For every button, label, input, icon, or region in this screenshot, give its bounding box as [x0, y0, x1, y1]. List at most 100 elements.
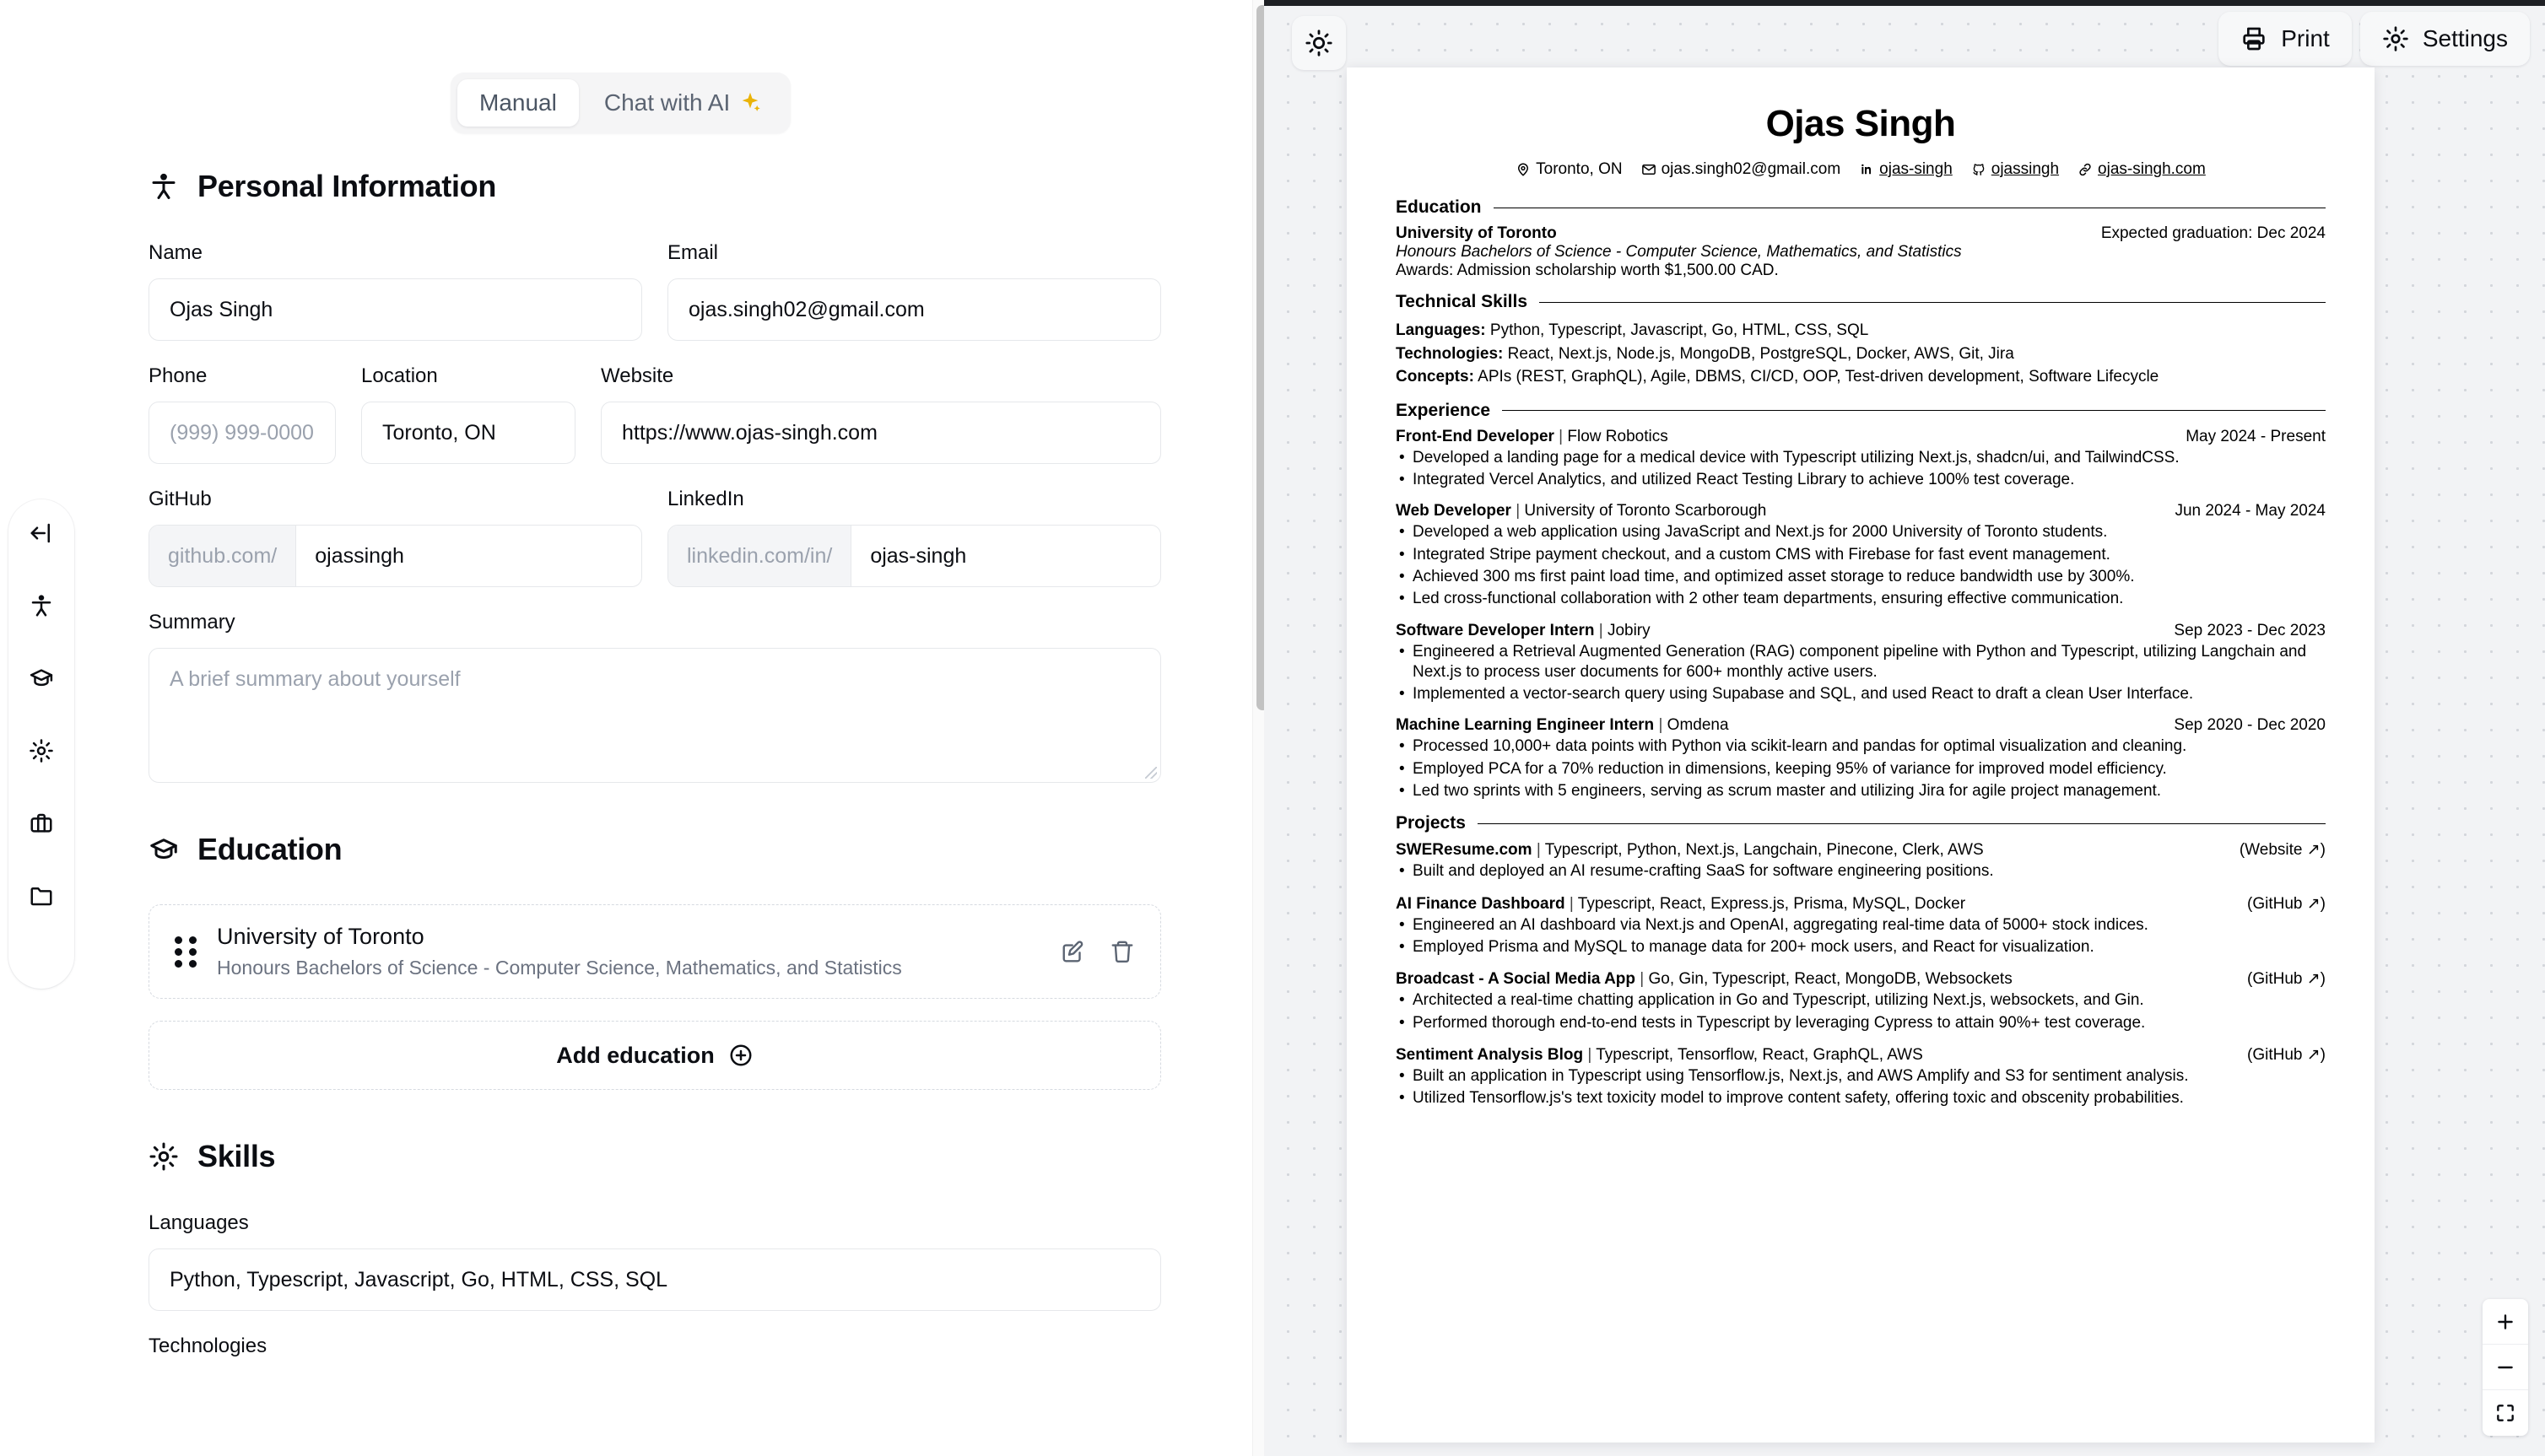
resume-project-link[interactable]: (Website ↗)	[2240, 840, 2326, 860]
sidebar-item-skills[interactable]	[19, 729, 63, 773]
resume-experience-company: Omdena	[1667, 716, 1729, 735]
resume-experience-entry: Machine Learning Engineer Intern | Omden…	[1396, 716, 2326, 801]
plus-icon	[2498, 1313, 2513, 1329]
bullet: Employed PCA for a 70% reduction in dime…	[1396, 759, 2326, 780]
resume-experience-role: Web Developer	[1396, 502, 1511, 520]
location-input[interactable]: Toronto, ON	[361, 402, 575, 464]
window-top-strip	[1264, 0, 2545, 6]
zoom-out-button[interactable]	[2483, 1345, 2528, 1390]
settings-label: Settings	[2422, 25, 2508, 51]
name-input[interactable]: Ojas Singh	[149, 278, 642, 341]
bullet: Performed thorough end-to-end tests in T…	[1396, 1013, 2326, 1034]
resume-project-link[interactable]: (GitHub ↗)	[2247, 969, 2326, 989]
resume-skill-value: APIs (REST, GraphQL), Agile, DBMS, CI/CD…	[1478, 368, 2159, 386]
website-input[interactable]: https://www.ojas-singh.com	[601, 402, 1161, 464]
trash-icon[interactable]	[1110, 939, 1135, 964]
resume-section-experience-label: Experience	[1396, 400, 1491, 420]
resume-project-stack: Go, Gin, Typescript, React, MongoDB, Web…	[1648, 970, 2013, 989]
education-entry-actions	[1044, 939, 1135, 964]
bullet: Employed Prisma and MySQL to manage data…	[1396, 937, 2326, 958]
settings-button[interactable]: Settings	[2359, 12, 2530, 66]
resume-experience-role: Machine Learning Engineer Intern	[1396, 716, 1655, 735]
resume-education-school: University of Toronto	[1396, 224, 1557, 242]
resume-experience-bullets: Developed a web application using JavaSc…	[1396, 522, 2326, 610]
languages-input[interactable]: Python, Typescript, Javascript, Go, HTML…	[149, 1248, 1161, 1311]
icon-rail	[8, 499, 74, 989]
resume-project-entry: AI Finance Dashboard | Typescript, React…	[1396, 894, 2326, 958]
resume-project-link[interactable]: (GitHub ↗)	[2247, 894, 2326, 914]
editor-scrollbar[interactable]	[1252, 0, 1264, 1456]
resume-experience-company: Flow Robotics	[1567, 427, 1668, 445]
field-email: Email ojas.singh02@gmail.com	[667, 241, 1161, 341]
row-phone-location-website: Phone (999) 999-0000 Location Toronto, O…	[149, 364, 1161, 464]
resume-project-stack: Typescript, React, Express.js, Prisma, M…	[1577, 894, 1966, 913]
tab-manual[interactable]: Manual	[457, 79, 579, 127]
field-github: GitHub github.com/ ojassingh	[149, 488, 642, 587]
linkedin-input[interactable]: ojas-singh	[851, 526, 1160, 586]
resume-project-entry: Broadcast - A Social Media App | Go, Gin…	[1396, 969, 2326, 1033]
section-divider	[1502, 410, 2326, 412]
bullet: Engineered an AI dashboard via Next.js a…	[1396, 915, 2326, 936]
resume-name: Ojas Singh	[1765, 103, 1956, 144]
sidebar-item-projects[interactable]	[19, 874, 63, 918]
education-entry: University of Toronto Honours Bachelors …	[217, 924, 1044, 979]
linkedin-icon	[1861, 164, 1872, 175]
editor-pane: Manual Chat with AI Personal Information…	[0, 0, 1264, 1456]
contact-website[interactable]: ojas-singh.com	[2078, 160, 2206, 179]
github-input[interactable]: ojassingh	[296, 526, 641, 586]
bullet: Processed 10,000+ data points with Pytho…	[1396, 736, 2326, 758]
edit-icon[interactable]	[1061, 939, 1086, 964]
list-item[interactable]: University of Toronto Honours Bachelors …	[149, 904, 1161, 999]
contact-linkedin[interactable]: ojas-singh	[1859, 160, 1953, 179]
resume-project-link[interactable]: (GitHub ↗)	[2247, 1045, 2326, 1065]
sidebar-item-education[interactable]	[19, 656, 63, 700]
bullet: Developed a web application using JavaSc…	[1396, 522, 2326, 543]
row-name-email: Name Ojas Singh Email ojas.singh02@gmail…	[149, 241, 1161, 341]
sidebar-item-personal-information[interactable]	[19, 584, 63, 628]
bullet: Implemented a vector-search query using …	[1396, 684, 2326, 705]
bullet: Built and deployed an AI resume-crafting…	[1396, 861, 2326, 882]
github-icon	[1973, 164, 1985, 175]
graduation-cap-icon	[150, 839, 177, 859]
fit-to-screen-button[interactable]	[2483, 1390, 2528, 1436]
tab-manual-label: Manual	[479, 89, 557, 116]
resume-project-title: SWEResume.com	[1396, 841, 1532, 860]
resume-experience-entry: Software Developer Intern | Jobiry Sep 2…	[1396, 622, 2326, 705]
name-label: Name	[149, 241, 203, 264]
resume-section-projects-label: Projects	[1396, 813, 1466, 833]
resume-sheet[interactable]: Ojas Singh Toronto, ON ojas.singh02@gmai…	[1347, 67, 2375, 1443]
app-root: Manual Chat with AI Personal Information…	[0, 0, 2545, 1456]
editor-scrollbar-thumb[interactable]	[1256, 5, 1264, 710]
drag-handle-icon[interactable]	[175, 936, 197, 968]
sidebar-item-collapse[interactable]	[19, 511, 63, 555]
tab-chat-with-ai[interactable]: Chat with AI	[582, 79, 784, 127]
theme-toggle-button[interactable]	[1292, 16, 1346, 70]
languages-label: Languages	[149, 1211, 249, 1234]
resume-project-title: AI Finance Dashboard	[1396, 894, 1565, 913]
gear-icon	[30, 739, 53, 763]
resume-education-awards: Awards: Admission scholarship worth $1,5…	[1396, 262, 1779, 279]
resume-experience-role: Software Developer Intern	[1396, 621, 1595, 639]
resume-contacts: Toronto, ON ojas.singh02@gmail.com ojas-…	[1396, 160, 2326, 179]
bullet: Built an application in Typescript using…	[1396, 1066, 2326, 1087]
page-title: Personal Information	[197, 169, 497, 203]
print-button[interactable]: Print	[2218, 12, 2352, 66]
sparkle-icon	[742, 92, 760, 111]
section-divider	[1477, 822, 2326, 824]
print-label: Print	[2281, 25, 2330, 51]
separator: |	[1583, 1045, 1597, 1064]
github-input-group: github.com/ ojassingh	[149, 525, 642, 587]
sidebar-item-experience[interactable]	[19, 801, 63, 845]
resume-project-title: Broadcast - A Social Media App	[1396, 970, 1635, 989]
email-input[interactable]: ojas.singh02@gmail.com	[667, 278, 1161, 341]
section-title-skills: Skills	[197, 1139, 276, 1173]
add-education-button[interactable]: Add education	[149, 1021, 1161, 1090]
contact-github[interactable]: ojassingh	[1971, 160, 2059, 179]
resume-skill-value: Python, Typescript, Javascript, Go, HTML…	[1489, 321, 1869, 339]
plus-circle-icon	[730, 1044, 752, 1066]
summary-textarea[interactable]: A brief summary about yourself	[149, 648, 1161, 783]
phone-input[interactable]: (999) 999-0000	[149, 402, 336, 464]
zoom-in-button[interactable]	[2483, 1299, 2528, 1345]
resume-experience-company: Jobiry	[1607, 621, 1651, 639]
resume-education-degree: Honours Bachelors of Science - Computer …	[1396, 243, 1962, 261]
